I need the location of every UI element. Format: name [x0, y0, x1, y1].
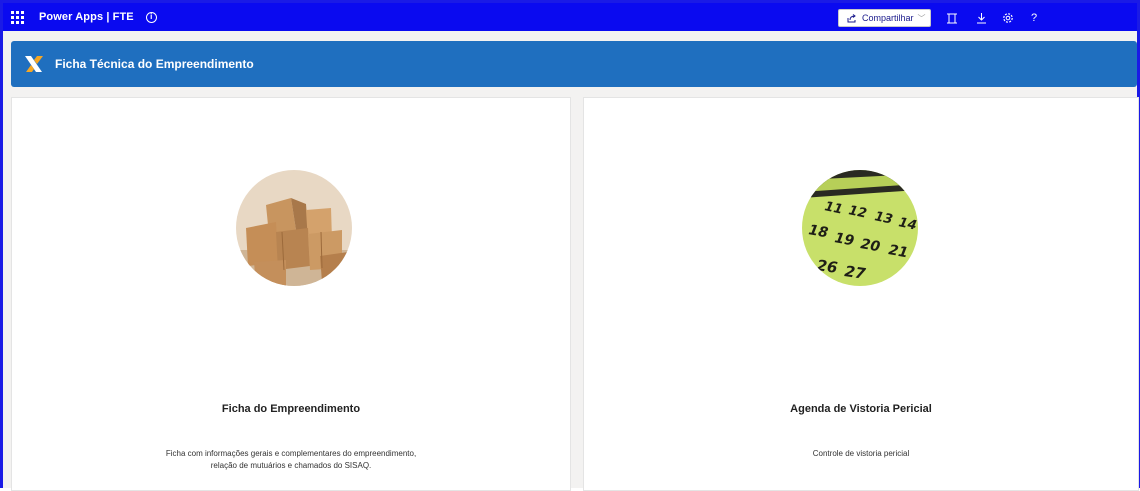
cardboard-boxes-image	[236, 170, 352, 286]
calendar-image: 11 12 13 14 18 19 20 21 26 27	[802, 170, 918, 286]
card-description-line: relação de mutuários e chamados do SISAQ…	[210, 461, 372, 470]
card-ficha-empreendimento[interactable]: Ficha do Empreendimento Ficha com inform…	[11, 97, 571, 491]
calendar-number: 21	[887, 242, 909, 261]
card-description: Controle de vistoria pericial	[584, 448, 1138, 460]
card-title: Ficha do Empreendimento	[221, 403, 361, 415]
share-label: Compartilhar	[862, 13, 914, 23]
page-header: Ficha Técnica do Empreendimento	[11, 41, 1137, 87]
page-title: Ficha Técnica do Empreendimento	[55, 57, 254, 71]
share-button[interactable]: Compartilhar ﹀	[838, 9, 931, 27]
calendar-number: 20	[859, 236, 881, 255]
app-title: Power Apps | FTE	[39, 11, 134, 23]
calendar-number: 19	[833, 230, 855, 249]
card-agenda-vistoria[interactable]: 11 12 13 14 18 19 20 21 26 27 Agenda de …	[583, 97, 1139, 491]
calendar-number: 18	[807, 222, 829, 241]
fit-screen-icon[interactable]	[945, 11, 959, 25]
chevron-down-icon: ﹀	[917, 13, 926, 23]
power-apps-topbar: Power Apps | FTE i Compartilhar ﹀ ?	[3, 3, 1137, 31]
card-description-line: Controle de vistoria pericial	[812, 449, 910, 458]
download-icon[interactable]	[974, 11, 988, 25]
card-title: Agenda de Vistoria Pericial	[790, 403, 932, 415]
app-frame: Power Apps | FTE i Compartilhar ﹀ ? Fich…	[0, 0, 1140, 491]
share-icon	[847, 13, 856, 22]
help-icon[interactable]: ?	[1027, 11, 1041, 25]
calendar-number: 26	[815, 256, 838, 277]
card-description-line: Ficha com informações gerais e complemen…	[165, 449, 417, 458]
settings-icon[interactable]	[1001, 11, 1015, 25]
app-launcher-icon[interactable]	[11, 10, 25, 24]
caixa-logo-icon	[23, 53, 45, 75]
calendar-number: 27	[843, 262, 867, 283]
info-icon[interactable]: i	[145, 11, 157, 23]
card-description: Ficha com informações gerais e complemen…	[12, 448, 570, 472]
